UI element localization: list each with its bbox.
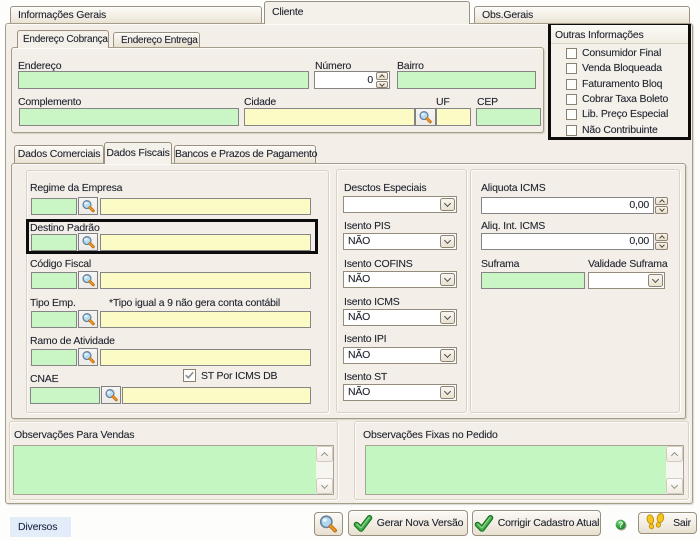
svg-text:?: ? bbox=[618, 520, 623, 529]
